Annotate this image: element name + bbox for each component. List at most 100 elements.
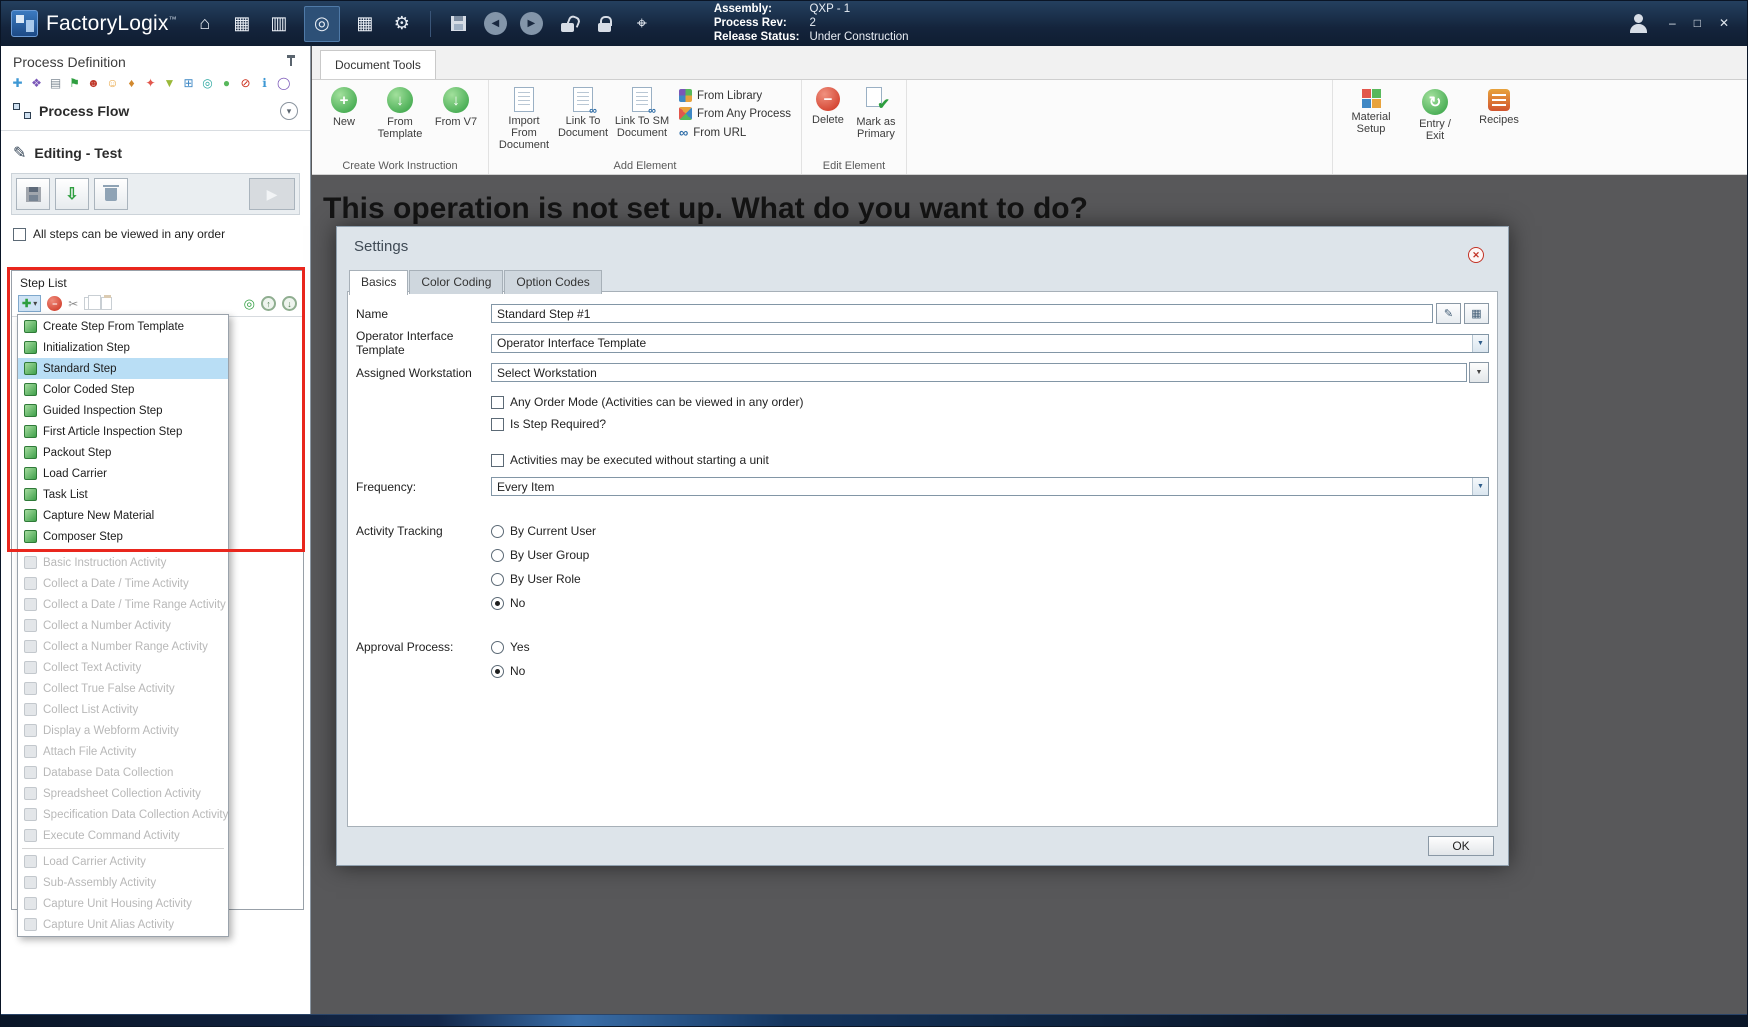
radio-icon[interactable]	[491, 525, 504, 538]
maximize-button[interactable]: □	[1694, 16, 1701, 30]
mark-as-primary-button[interactable]: ✔ Mark as Primary	[852, 84, 900, 143]
material-setup-button[interactable]: Material Setup	[1345, 86, 1397, 174]
unlock-icon[interactable]	[556, 12, 580, 36]
block-icon[interactable]: ⊘	[239, 76, 252, 90]
menu-item-load-carrier[interactable]: Load Carrier	[18, 463, 228, 484]
menu-item-initialization-step[interactable]: Initialization Step	[18, 337, 228, 358]
frequency-select[interactable]: Every Item ▼	[491, 477, 1489, 496]
documents-icon[interactable]: ▦	[353, 12, 377, 36]
menu-item-first-article-inspection-step[interactable]: First Article Inspection Step	[18, 421, 228, 442]
menu-item-capture-new-material[interactable]: Capture New Material	[18, 505, 228, 526]
users-icon[interactable]: ☻	[87, 76, 100, 90]
user-icon[interactable]	[1627, 12, 1651, 36]
forward-icon[interactable]: ▶	[520, 12, 543, 35]
add-step-button[interactable]: ✚ ▾	[18, 295, 41, 312]
chevron-down-icon[interactable]: ▼	[1472, 335, 1488, 352]
menu-item-color-coded-step[interactable]: Color Coded Step	[18, 379, 228, 400]
settings-gear-icon[interactable]: ⚙	[390, 12, 414, 36]
rich-text-editor-button[interactable]: ✎	[1436, 303, 1461, 324]
from-any-process-button[interactable]: From Any Process	[679, 107, 791, 120]
menu-item-packout-step[interactable]: Packout Step	[18, 442, 228, 463]
filter-icon[interactable]: ▼	[163, 76, 176, 90]
radio-icon[interactable]	[491, 573, 504, 586]
radio-selected-icon[interactable]	[491, 597, 504, 610]
tools-icon[interactable]: ✦	[144, 76, 157, 90]
process-definition-icon[interactable]: ◎	[304, 6, 340, 42]
process-flow-header[interactable]: Process Flow ▾	[1, 96, 310, 126]
tree-icon[interactable]: ⊞	[182, 76, 195, 90]
any-order-checkbox[interactable]: All steps can be viewed in any order	[1, 221, 310, 247]
process-search-icon[interactable]: ⌖	[630, 12, 654, 36]
collapse-chevron-icon[interactable]: ▾	[280, 102, 298, 120]
forms-icon[interactable]: ▦	[230, 12, 254, 36]
workstation-dropdown-button[interactable]: ▼	[1469, 362, 1489, 383]
remove-step-button[interactable]: −	[47, 296, 62, 311]
globe-icon[interactable]: ●	[220, 76, 233, 90]
radio-selected-icon[interactable]	[491, 665, 504, 678]
move-down-button[interactable]: ↓	[282, 296, 297, 311]
move-up-button[interactable]: ↑	[261, 296, 276, 311]
import-from-document-button[interactable]: Import From Document	[495, 84, 553, 154]
radio-approval-yes[interactable]: Yes	[491, 640, 530, 654]
from-template-button[interactable]: ↓ From Template	[374, 84, 426, 143]
close-window-button[interactable]: ✕	[1719, 16, 1729, 30]
name-input[interactable]: Standard Step #1	[491, 304, 1433, 323]
menu-item-composer-step[interactable]: Composer Step	[18, 526, 228, 547]
checkbox-icon[interactable]	[491, 418, 504, 431]
radio-icon[interactable]	[491, 641, 504, 654]
menu-item-guided-inspection-step[interactable]: Guided Inspection Step	[18, 400, 228, 421]
save-icon[interactable]	[447, 12, 471, 36]
checkbox-icon[interactable]	[491, 454, 504, 467]
back-icon[interactable]: ◀	[484, 12, 507, 35]
assigned-workstation-input[interactable]: Select Workstation	[491, 363, 1467, 382]
tab-option-codes[interactable]: Option Codes	[504, 270, 601, 294]
print-icon[interactable]: ▤	[49, 76, 62, 90]
menu-item-task-list[interactable]: Task List	[18, 484, 228, 505]
info-icon[interactable]: ℹ	[258, 76, 271, 90]
pin-icon[interactable]	[284, 55, 298, 69]
delete-element-button[interactable]: − Delete	[808, 84, 848, 129]
key-icon[interactable]: ♦	[125, 76, 138, 90]
shipping-icon[interactable]: ▥	[267, 12, 291, 36]
new-button[interactable]: + New	[318, 84, 370, 131]
chevron-down-icon[interactable]: ▼	[1472, 478, 1488, 495]
radio-by-user-group[interactable]: By User Group	[491, 548, 596, 562]
import-button[interactable]: ⇩	[55, 178, 89, 210]
user-icon-small[interactable]: ☺	[106, 76, 119, 90]
link-to-sm-document-button[interactable]: ∞ Link To SM Document	[613, 84, 671, 142]
add-icon[interactable]: ✚	[11, 76, 24, 90]
close-dialog-button[interactable]: ✕	[1468, 247, 1484, 263]
radio-by-user-role[interactable]: By User Role	[491, 572, 596, 586]
ok-button[interactable]: OK	[1428, 836, 1494, 856]
favorites-icon[interactable]: ❖	[30, 76, 43, 90]
recipes-button[interactable]: Recipes	[1473, 86, 1525, 174]
delete-button[interactable]	[94, 178, 128, 210]
target-icon[interactable]: ◎	[201, 76, 214, 90]
radio-by-current-user[interactable]: By Current User	[491, 524, 596, 538]
checkbox-icon[interactable]	[13, 228, 26, 241]
operator-interface-template-select[interactable]: Operator Interface Template ▼	[491, 334, 1489, 353]
menu-item-standard-step[interactable]: Standard Step	[18, 358, 228, 379]
is-step-required-checkbox[interactable]: Is Step Required?	[491, 417, 1489, 431]
flag-icon[interactable]: ⚑	[68, 76, 81, 90]
tab-document-tools[interactable]: Document Tools	[320, 50, 436, 79]
tab-color-coding[interactable]: Color Coding	[409, 270, 503, 294]
without-starting-unit-checkbox[interactable]: Activities may be executed without start…	[491, 453, 1489, 467]
from-url-button[interactable]: ∞ From URL	[679, 125, 791, 140]
radio-approval-no[interactable]: No	[491, 664, 530, 678]
home-icon[interactable]: ⌂	[193, 12, 217, 36]
menu-item-create-step-from-template[interactable]: Create Step From Template	[18, 316, 228, 337]
link-to-document-button[interactable]: ∞ Link To Document	[557, 84, 609, 142]
ring-icon[interactable]: ◯	[277, 76, 290, 90]
minimize-button[interactable]: –	[1669, 16, 1676, 30]
checkbox-icon[interactable]	[491, 396, 504, 409]
zoom-icon[interactable]: ◎	[244, 296, 255, 312]
virtual-keyboard-button[interactable]: ▦	[1464, 303, 1489, 324]
any-order-mode-checkbox[interactable]: Any Order Mode (Activities can be viewed…	[491, 395, 1489, 409]
from-v7-button[interactable]: ↓ From V7	[430, 84, 482, 131]
entry-exit-button[interactable]: ↻ Entry / Exit	[1409, 86, 1461, 174]
from-library-button[interactable]: From Library	[679, 89, 791, 102]
tab-basics[interactable]: Basics	[349, 270, 408, 295]
radio-tracking-no[interactable]: No	[491, 596, 596, 610]
lock-icon[interactable]	[593, 12, 617, 36]
